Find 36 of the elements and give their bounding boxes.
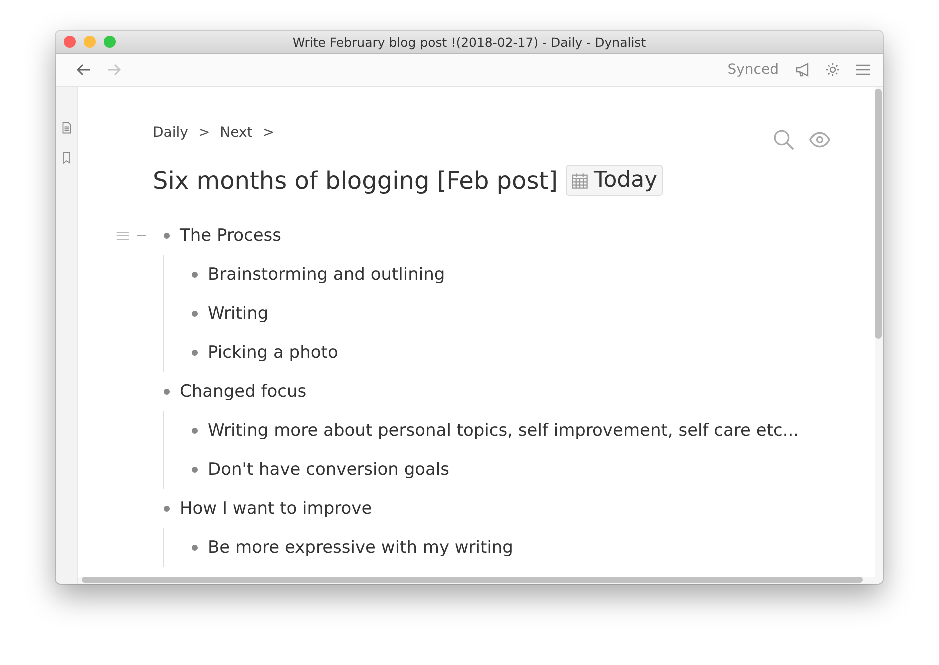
bullet-icon[interactable] [164, 388, 170, 394]
breadcrumb-separator: > [198, 125, 210, 141]
bookmark-icon[interactable] [60, 151, 72, 165]
outline-item: Brainstorming and outlining [208, 264, 446, 284]
breadcrumb-link[interactable]: Next [220, 125, 253, 141]
outline-item: Be more expressive with my writing [208, 538, 514, 558]
search-button[interactable] [773, 129, 795, 151]
bullet-icon[interactable] [192, 272, 198, 278]
outline-item: How I want to improve [180, 498, 372, 518]
window-title: Write February blog post !(2018-02-17) - Daily - Dynalist [292, 34, 646, 50]
outline-item: Changed focus [180, 382, 307, 402]
document-title: Six months of blogging [Feb post] [153, 166, 558, 194]
document-icon[interactable] [60, 121, 72, 135]
calendar-icon [571, 172, 589, 190]
outline-item: Picking a photo [208, 342, 338, 362]
bullet-icon[interactable] [192, 350, 198, 356]
breadcrumb-separator: > [262, 125, 275, 141]
outline-item: Don't have conversion goals [208, 460, 450, 480]
outline-item: The Process [180, 226, 282, 246]
date-tag[interactable]: Today [566, 165, 663, 196]
vertical-scrollbar[interactable] [875, 87, 883, 577]
sync-status: Synced [728, 62, 779, 78]
outline-item: Writing more about personal topics, self improvement, self care etc... [208, 420, 800, 440]
bullet-icon[interactable] [192, 428, 198, 434]
bullet-icon[interactable] [192, 310, 198, 316]
breadcrumb-link[interactable]: Daily [153, 125, 188, 141]
bullet-icon[interactable] [164, 506, 170, 512]
zoom-button[interactable] [104, 36, 116, 48]
close-button[interactable] [64, 36, 76, 48]
left-arrow-icon [76, 62, 92, 78]
right-arrow-icon [106, 62, 122, 78]
horizontal-scrollbar[interactable] [78, 577, 883, 584]
bullet-icon[interactable] [192, 466, 198, 472]
outline-item: Writing [208, 304, 269, 324]
bullet-icon[interactable] [192, 544, 198, 550]
bullet-icon[interactable] [164, 232, 170, 238]
